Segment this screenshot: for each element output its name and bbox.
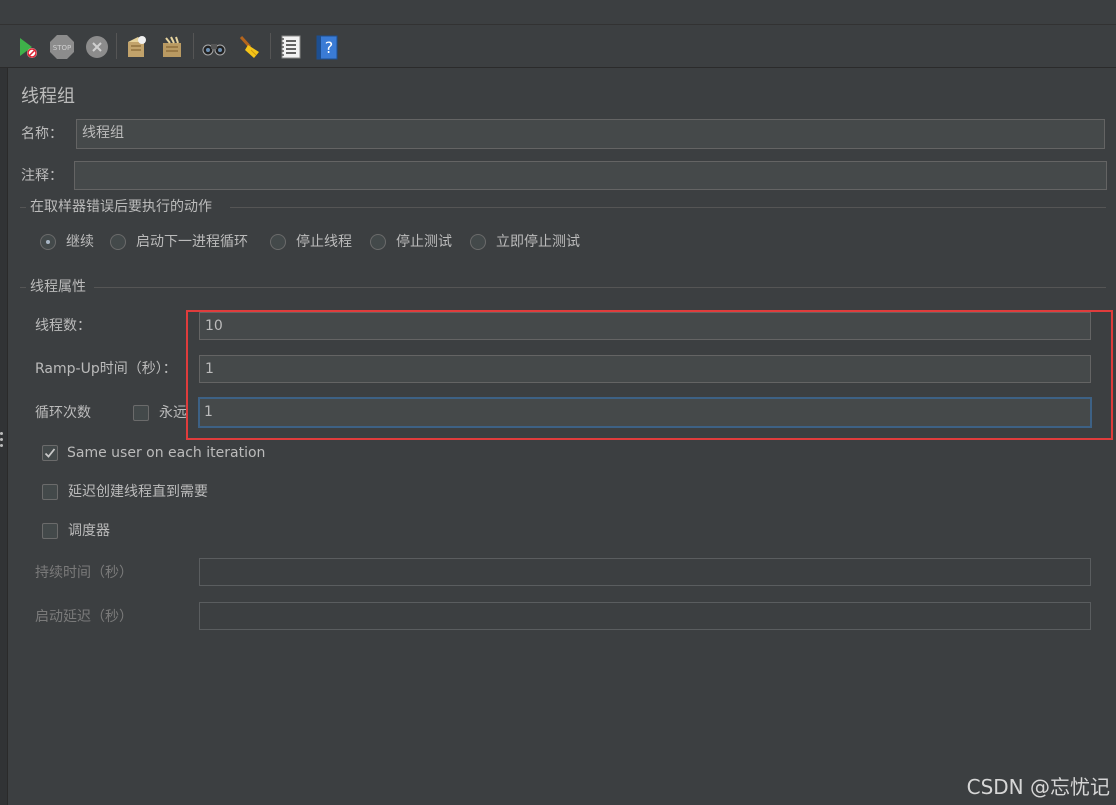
startup-delay-input (199, 602, 1091, 630)
radio-continue[interactable] (40, 234, 56, 250)
start-no-pauses-icon[interactable] (14, 34, 40, 60)
same-user-checkbox[interactable] (42, 445, 58, 461)
radio-start-next-loop-label[interactable]: 启动下一进程循环 (136, 232, 248, 252)
svg-text:?: ? (325, 38, 334, 57)
forever-checkbox[interactable] (133, 405, 149, 421)
splitter-grip-icon[interactable] (0, 432, 4, 450)
radio-stop-test[interactable] (370, 234, 386, 250)
duration-input (199, 558, 1091, 586)
help-icon[interactable]: ? (314, 34, 340, 60)
function-helper-icon[interactable] (278, 34, 304, 60)
thread-props-legend: 线程属性 (30, 279, 86, 295)
name-input[interactable]: 线程组 (76, 119, 1105, 149)
reset-search-icon[interactable] (237, 34, 263, 60)
threads-label: 线程数： (35, 318, 91, 334)
toolbar: STOP ? (0, 25, 1116, 68)
rampup-label: Ramp-Up时间（秒）： (35, 361, 177, 377)
radio-stop-test-now-label[interactable]: 立即停止测试 (496, 232, 580, 252)
top-strip (0, 0, 1116, 25)
scheduler-checkbox[interactable] (42, 523, 58, 539)
radio-stop-test-now[interactable] (470, 234, 486, 250)
radio-stop-thread[interactable] (270, 234, 286, 250)
highlight-box (186, 310, 1113, 440)
loop-count-label: 循环次数 (35, 405, 91, 421)
comment-label: 注释： (21, 168, 63, 184)
same-user-label[interactable]: Same user on each iteration (67, 443, 265, 463)
clear-all-icon[interactable] (160, 34, 186, 60)
radio-stop-thread-label[interactable]: 停止线程 (296, 232, 352, 252)
radio-continue-label[interactable]: 继续 (66, 232, 94, 252)
watermark: CSDN @忘忧记 (966, 775, 1110, 799)
search-icon[interactable] (201, 34, 227, 60)
duration-label: 持续时间（秒） (35, 565, 133, 581)
radio-stop-test-label[interactable]: 停止测试 (396, 232, 452, 252)
comment-input[interactable] (74, 161, 1107, 190)
scheduler-label[interactable]: 调度器 (68, 521, 110, 541)
checkmark-icon (44, 448, 56, 458)
radio-start-next-loop[interactable] (110, 234, 126, 250)
startup-delay-label: 启动延迟（秒） (35, 609, 133, 625)
sampler-error-legend: 在取样器错误后要执行的动作 (30, 199, 212, 215)
stop-icon[interactable]: STOP (49, 34, 75, 60)
shutdown-icon[interactable] (84, 34, 110, 60)
clear-icon[interactable] (124, 34, 150, 60)
name-label: 名称： (21, 126, 63, 142)
delay-thread-creation-label[interactable]: 延迟创建线程直到需要 (68, 482, 208, 502)
svg-text:STOP: STOP (53, 44, 71, 52)
forever-label[interactable]: 永远 (159, 403, 187, 423)
delay-thread-creation-checkbox[interactable] (42, 484, 58, 500)
panel-title: 线程组 (21, 86, 75, 107)
